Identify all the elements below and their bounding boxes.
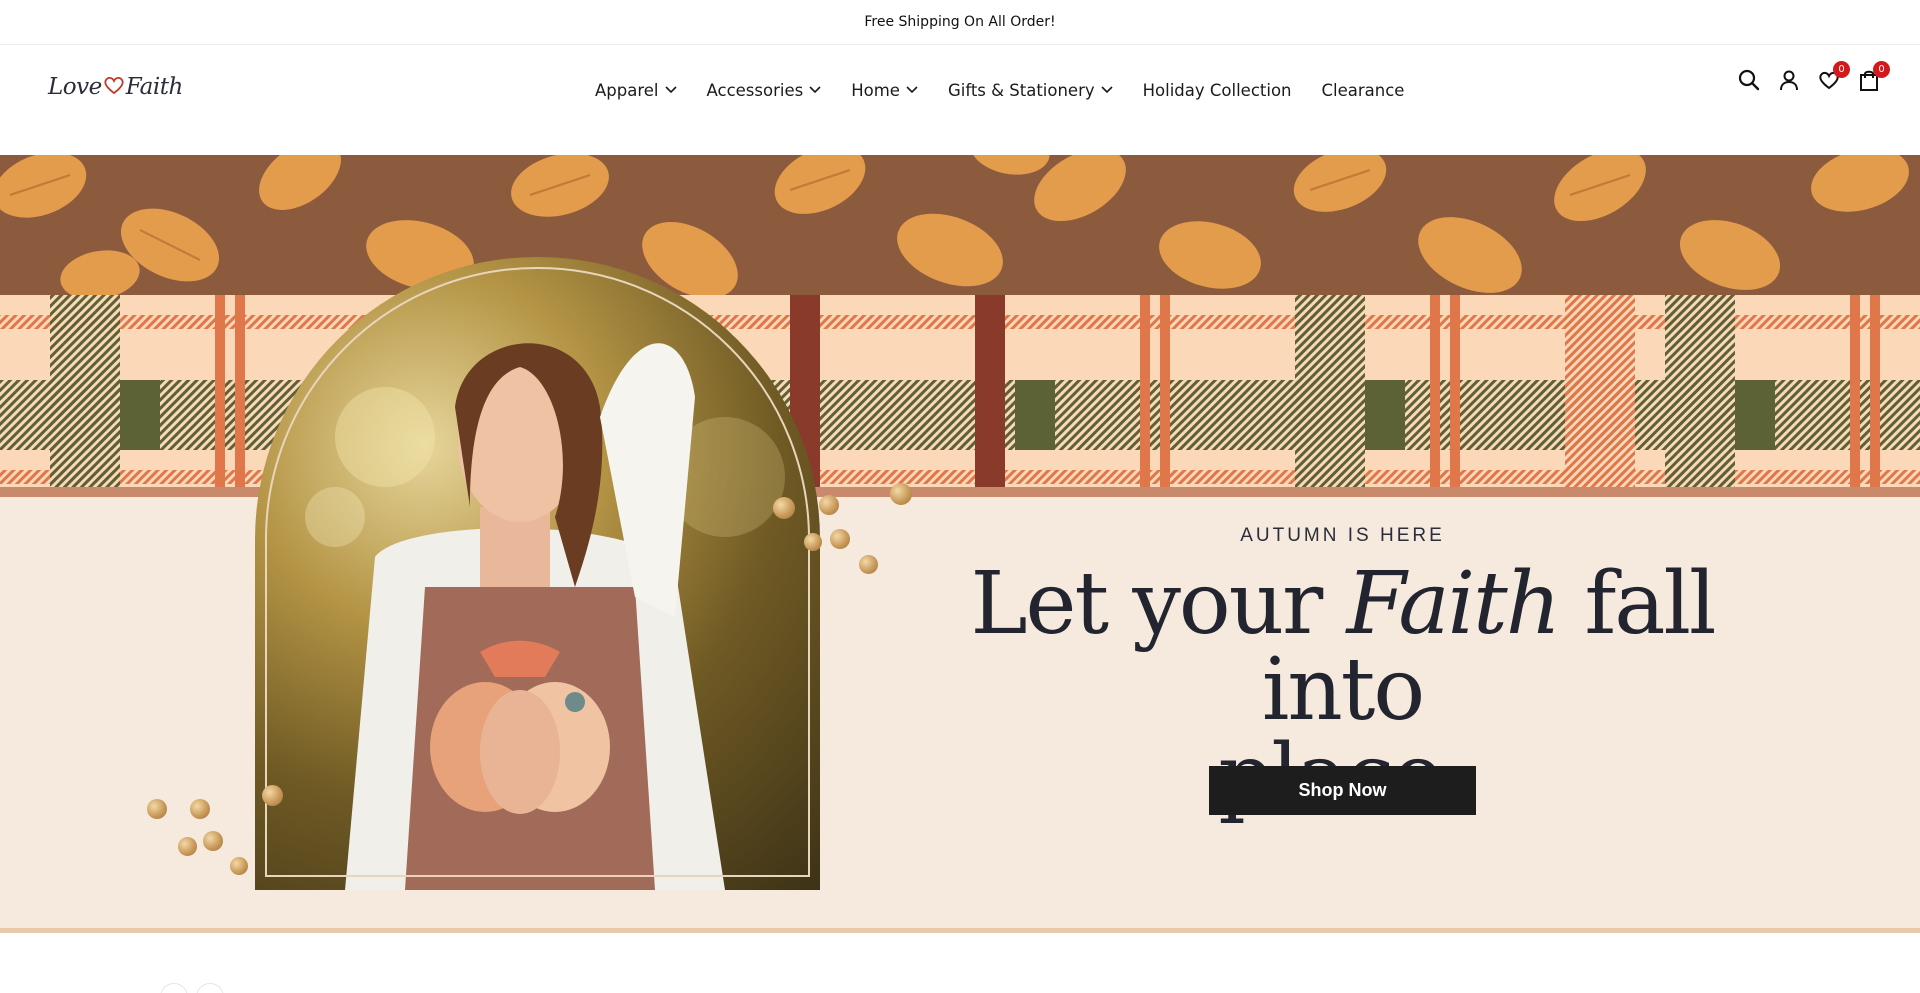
carousel-prev-button[interactable] bbox=[160, 983, 188, 993]
nav-item-holiday-collection[interactable]: Holiday Collection bbox=[1143, 81, 1292, 100]
wishlist-count-badge: 0 bbox=[1833, 61, 1850, 78]
logo-text-left: Love bbox=[48, 73, 102, 100]
shop-now-button[interactable]: Shop Now bbox=[1209, 766, 1476, 815]
announcement-text: Free Shipping On All Order! bbox=[864, 14, 1056, 30]
header-icons: 0 0 bbox=[1738, 61, 1890, 95]
nav-item-home[interactable]: Home bbox=[851, 81, 918, 100]
carousel-next-button[interactable] bbox=[196, 983, 224, 993]
chevron-down-icon bbox=[664, 86, 677, 94]
cart-button[interactable]: 0 bbox=[1858, 61, 1890, 93]
nav-item-clearance[interactable]: Clearance bbox=[1322, 81, 1405, 100]
nav-label: Home bbox=[851, 80, 900, 100]
search-icon bbox=[1738, 69, 1760, 95]
nav-label: Clearance bbox=[1321, 80, 1405, 100]
hero-eyebrow: AUTUMN IS HERE bbox=[1240, 525, 1445, 546]
account-button[interactable] bbox=[1778, 69, 1800, 95]
search-button[interactable] bbox=[1738, 69, 1760, 95]
nav-label: Accessories bbox=[706, 80, 804, 100]
nav-label: Holiday Collection bbox=[1142, 80, 1292, 100]
wishlist-button[interactable]: 0 bbox=[1818, 61, 1850, 93]
nav-label: Gifts & Stationery bbox=[947, 80, 1095, 100]
hero-banner[interactable]: AUTUMN IS HERE Let your Faith fall into … bbox=[0, 155, 1920, 933]
nav-item-gifts-stationery[interactable]: Gifts & Stationery bbox=[948, 81, 1113, 100]
chevron-down-icon bbox=[809, 86, 821, 94]
user-icon bbox=[1778, 69, 1800, 95]
nav-item-accessories[interactable]: Accessories bbox=[707, 81, 822, 100]
cart-count-badge: 0 bbox=[1873, 61, 1890, 78]
main-nav: Apparel Accessories Home Gifts & Station… bbox=[595, 75, 1434, 105]
nav-label: Apparel bbox=[595, 80, 659, 100]
headline-emphasis: Faith bbox=[1346, 554, 1562, 654]
logo-heart-icon bbox=[103, 75, 125, 99]
site-header: Love Faith Apparel Accessories Home Gift… bbox=[0, 45, 1920, 155]
site-logo[interactable]: Love Faith bbox=[48, 67, 183, 107]
headline-part1: Let your bbox=[970, 554, 1347, 654]
nav-item-apparel[interactable]: Apparel bbox=[595, 81, 677, 100]
announcement-bar: Free Shipping On All Order! bbox=[0, 0, 1920, 45]
chevron-down-icon bbox=[906, 86, 918, 94]
chevron-down-icon bbox=[1101, 86, 1113, 94]
logo-text-right: Faith bbox=[125, 73, 184, 100]
